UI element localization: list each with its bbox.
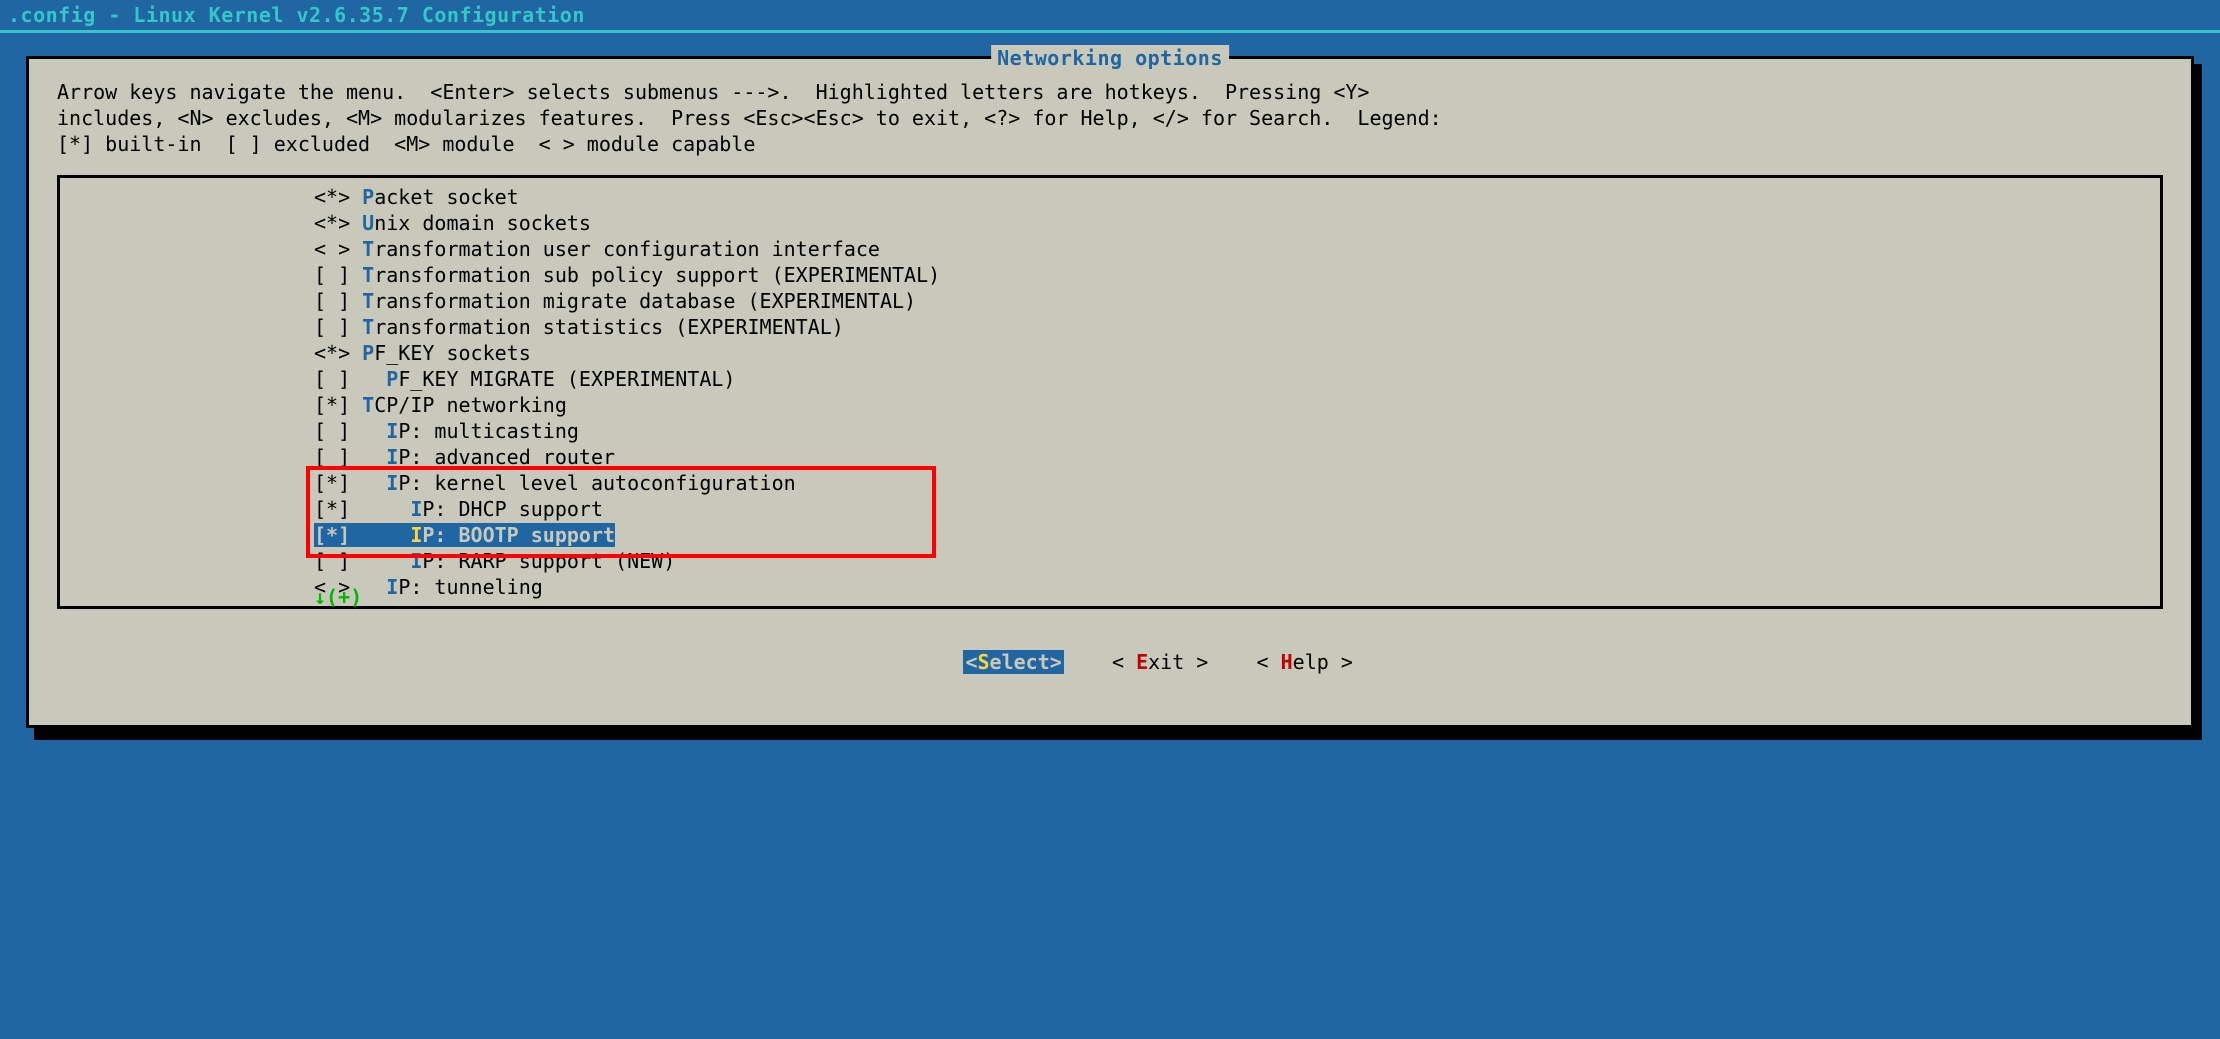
hotkey: T [362,289,374,313]
help-button[interactable]: < Help > [1257,650,1353,674]
menu-item[interactable]: <*> Packet socket [314,184,2160,210]
hotkey: T [362,263,374,287]
menu-item-label: ransformation sub policy support (EXPERI… [374,263,940,287]
menu-item-label: CP/IP networking [374,393,567,417]
menu-item[interactable]: [ ] IP: multicasting [314,418,2160,444]
hotkey: I [386,445,398,469]
menu-item[interactable]: [*] TCP/IP networking [314,392,2160,418]
menu-item[interactable]: [*] IP: BOOTP support [314,522,2160,548]
panel-title: Networking options [991,45,1229,71]
menu-item-label: ransformation statistics (EXPERIMENTAL) [374,315,844,339]
menu-item[interactable]: <*> Unix domain sockets [314,210,2160,236]
menu-item[interactable]: [ ] IP: advanced router [314,444,2160,470]
menu-item[interactable]: [ ] PF_KEY MIGRATE (EXPERIMENTAL) [314,366,2160,392]
menu-item-label: F_KEY MIGRATE (EXPERIMENTAL) [398,367,735,391]
menu-item[interactable]: [ ] Transformation statistics (EXPERIMEN… [314,314,2160,340]
button-row: <Select> < Exit > < Help > [57,609,2163,715]
hotkey: I [386,419,398,443]
hotkey: P [362,185,374,209]
menu-item-label: P: advanced router [398,445,615,469]
menu-item-label: P: kernel level autoconfiguration [398,471,795,495]
exit-button[interactable]: < Exit > [1112,650,1208,674]
hotkey: U [362,211,374,235]
menu-item-label: P: RARP support (NEW) [422,549,675,573]
menu-item-label: P: multicasting [398,419,579,443]
menu-item[interactable]: [ ] IP: RARP support (NEW) [314,548,2160,574]
select-button[interactable]: <Select> [963,650,1063,674]
hotkey: T [362,315,374,339]
menu-item-label: IP: BOOTP support [362,523,615,547]
menu-item-label: ransformation migrate database (EXPERIME… [374,289,916,313]
menu-item[interactable]: < > Transformation user configuration in… [314,236,2160,262]
menu-item[interactable]: [*] IP: DHCP support [314,496,2160,522]
hotkey: T [362,237,374,261]
more-indicator-icon: ↓(+) [314,584,362,610]
window-title: .config - Linux Kernel v2.6.35.7 Configu… [0,0,2220,30]
hotkey: I [410,497,422,521]
menu-item[interactable]: [ ] Transformation migrate database (EXP… [314,288,2160,314]
help-text: Arrow keys navigate the menu. <Enter> se… [57,59,2163,157]
hotkey: P [362,341,374,365]
screen: .config - Linux Kernel v2.6.35.7 Configu… [0,0,2220,1039]
menu-box: <*> Packet socket<*> Unix domain sockets… [57,175,2163,609]
menu-item[interactable]: [*] IP: kernel level autoconfiguration [314,470,2160,496]
menu-item[interactable]: [ ] Transformation sub policy support (E… [314,262,2160,288]
menu-item-label: P: tunneling [398,575,543,599]
dialog: Networking options Arrow keys navigate t… [26,56,2194,728]
menu-list[interactable]: <*> Packet socket<*> Unix domain sockets… [60,184,2160,600]
menu-item-label: nix domain sockets [374,211,591,235]
panel: Networking options Arrow keys navigate t… [29,59,2191,725]
hotkey: I [410,549,422,573]
menu-item-label: P: DHCP support [422,497,603,521]
menu-item-label: F_KEY sockets [374,341,531,365]
hotkey: P [386,367,398,391]
hotkey: I [386,471,398,495]
menu-item-label: ransformation user configuration interfa… [374,237,880,261]
title-underline [0,30,2220,33]
hotkey: T [362,393,374,417]
menu-item[interactable]: < > IP: tunneling [314,574,2160,600]
menu-item[interactable]: <*> PF_KEY sockets [314,340,2160,366]
hotkey: I [386,575,398,599]
menu-item-label: acket socket [374,185,519,209]
